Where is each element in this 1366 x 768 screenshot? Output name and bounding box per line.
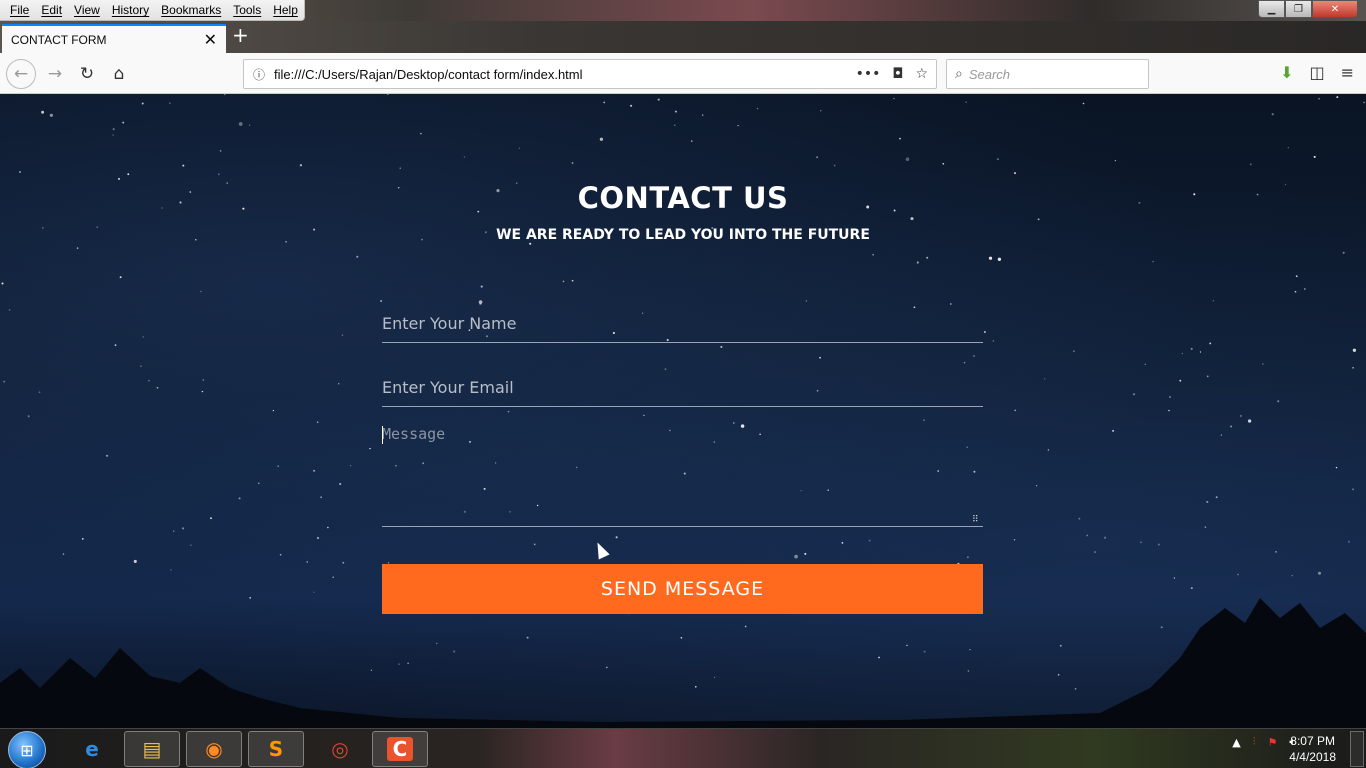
firefox-icon[interactable]: ◉: [186, 731, 242, 767]
name-field-wrapper: [382, 305, 983, 343]
resize-grip-icon[interactable]: ⠿: [972, 515, 979, 525]
page-title: CONTACT US: [577, 181, 789, 215]
search-placeholder: Search: [968, 66, 1011, 82]
minimize-button[interactable]: ▁: [1258, 0, 1285, 18]
clock-time: 8:07 PM: [1290, 734, 1335, 748]
menu-history[interactable]: History: [106, 3, 155, 17]
windows-taskbar: ⊞ e ▤ ◉ S ◎ C ▲ ⫶ ⚑ 🔈︎ 8:07 PM 4/4/2018: [0, 728, 1366, 768]
navigation-toolbar: ← → ↻ ⌂ ⓘ file:///C:/Users/Rajan/Desktop…: [0, 53, 1366, 94]
bookmark-star-icon[interactable]: ☆: [915, 66, 928, 82]
send-message-button[interactable]: SEND MESSAGE: [382, 564, 983, 614]
search-bar[interactable]: ⌕ Search: [946, 59, 1149, 89]
search-icon: ⌕: [955, 66, 963, 82]
page-subtitle: WE ARE READY TO LEAD YOU INTO THE FUTURE: [496, 227, 870, 243]
tab-strip: CONTACT FORM ✕: [0, 21, 1366, 53]
menu-bar: File Edit View History Bookmarks Tools H…: [0, 0, 305, 21]
chrome-icon[interactable]: ◎: [312, 731, 368, 767]
system-tray: ▲ ⫶ ⚑ 🔈︎: [1232, 735, 1296, 749]
download-icon[interactable]: ⬇: [1280, 63, 1293, 82]
name-input[interactable]: [382, 305, 983, 342]
tab-contact-form[interactable]: CONTACT FORM ✕: [2, 24, 226, 53]
email-field-wrapper: [382, 369, 983, 407]
internet-explorer-icon[interactable]: e: [64, 731, 120, 767]
close-tab-icon[interactable]: ✕: [204, 31, 217, 48]
text-caret: [382, 426, 383, 444]
menu-view[interactable]: View: [68, 3, 106, 17]
forward-button[interactable]: →: [40, 59, 70, 89]
close-window-button[interactable]: ✕: [1312, 0, 1358, 18]
menu-bookmarks[interactable]: Bookmarks: [155, 3, 227, 17]
url-bar[interactable]: ⓘ file:///C:/Users/Rajan/Desktop/contact…: [243, 59, 937, 89]
start-button[interactable]: ⊞: [8, 731, 46, 768]
maximize-button[interactable]: ❐: [1285, 0, 1312, 18]
info-icon[interactable]: ⓘ: [244, 66, 274, 83]
menu-help[interactable]: Help: [267, 3, 304, 17]
menu-tools[interactable]: Tools: [227, 3, 267, 17]
sidebar-icon[interactable]: ◫: [1309, 63, 1324, 82]
message-textarea[interactable]: [382, 425, 983, 527]
page-actions-icon[interactable]: •••: [856, 66, 881, 82]
menu-edit[interactable]: Edit: [35, 3, 68, 17]
menu-file[interactable]: File: [4, 3, 35, 17]
back-button[interactable]: ←: [6, 59, 36, 89]
network-icon[interactable]: ⫶: [1253, 735, 1256, 749]
new-tab-button[interactable]: +: [232, 25, 249, 45]
show-hidden-icons-icon[interactable]: ▲: [1232, 736, 1240, 749]
clock-date: 4/4/2018: [1289, 750, 1336, 764]
reload-button[interactable]: ↻: [72, 59, 102, 89]
url-text[interactable]: file:///C:/Users/Rajan/Desktop/contact f…: [274, 67, 856, 82]
email-input[interactable]: [382, 369, 983, 406]
tab-title: CONTACT FORM: [11, 32, 107, 47]
system-clock[interactable]: 8:07 PM 4/4/2018: [1289, 733, 1336, 765]
window-controls: ▁ ❐ ✕: [1258, 0, 1358, 18]
home-button[interactable]: ⌂: [104, 59, 134, 89]
camtasia-icon[interactable]: C: [372, 731, 428, 767]
pocket-icon[interactable]: ◘: [892, 66, 903, 82]
hamburger-menu-icon[interactable]: ≡: [1341, 63, 1354, 82]
file-explorer-icon[interactable]: ▤: [124, 731, 180, 767]
show-desktop-button[interactable]: [1350, 731, 1364, 767]
sublime-text-icon[interactable]: S: [248, 731, 304, 767]
action-center-icon[interactable]: ⚑: [1268, 736, 1278, 749]
page-content: CONTACT US WE ARE READY TO LEAD YOU INTO…: [0, 94, 1366, 728]
